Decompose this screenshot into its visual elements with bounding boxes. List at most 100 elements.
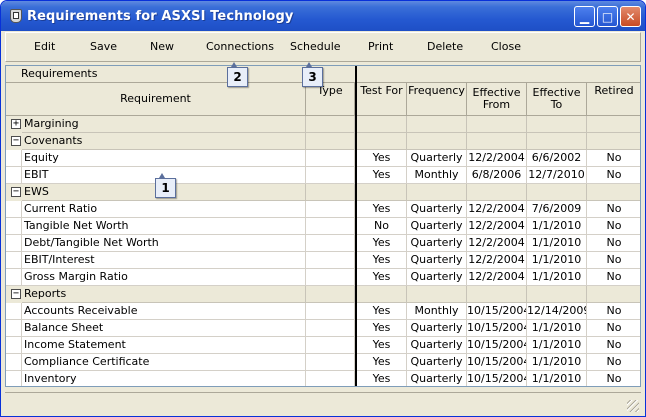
table-row[interactable]: Debt/Tangible Net Worth Yes Quarterly 12/2/… <box>6 235 640 252</box>
group-cell <box>357 116 407 133</box>
title-bar[interactable]: Requirements for ASXSI Technology ▁ □ ✕ <box>1 1 645 31</box>
cell-retired: No <box>587 252 640 269</box>
close-window-button[interactable]: ✕ <box>620 6 641 27</box>
group-cell <box>527 286 587 303</box>
cell-retired: No <box>587 235 640 252</box>
table-row[interactable]: Tangible Net Worth No Quarterly 12/2/2004 1/… <box>6 218 640 235</box>
close-button[interactable]: Close <box>491 40 521 53</box>
cell-name: Tangible Net Worth <box>22 218 306 235</box>
table-row[interactable]: Inventory Yes Quarterly 10/15/2004 1/1/2010 N… <box>6 371 640 386</box>
cell-type <box>306 235 355 252</box>
group-cell <box>587 116 640 133</box>
group-cell <box>467 184 527 201</box>
table-row[interactable]: EBIT Yes Monthly 6/8/2006 12/7/2010 No <box>6 167 640 184</box>
cell-name: Debt/Tangible Net Worth <box>22 235 306 252</box>
group-name: Covenants <box>22 133 306 150</box>
connections-button[interactable]: Connections <box>206 40 274 53</box>
table-row[interactable]: Accounts Receivable Yes Monthly 10/15/2004 1… <box>6 303 640 320</box>
edit-button[interactable]: Edit <box>34 40 55 53</box>
row-indent <box>6 337 22 354</box>
cell-retired: No <box>587 201 640 218</box>
group-cell <box>407 184 467 201</box>
table-row[interactable]: Current Ratio Yes Quarterly 12/2/2004 7/6/20… <box>6 201 640 218</box>
column-header-effective-to[interactable]: Effective To <box>527 83 587 116</box>
table-row[interactable]: Gross Margin Ratio Yes Quarterly 12/2/2004 1… <box>6 269 640 286</box>
column-header-label: Requirement <box>120 92 191 105</box>
cell-to: 1/1/2010 <box>527 252 587 269</box>
cell-test-for: Yes <box>357 320 407 337</box>
toolbar: Edit Save New Connections Schedule Print… <box>5 32 641 62</box>
cell-type <box>306 150 355 167</box>
cell-to: 6/6/2002 <box>527 150 587 167</box>
group-cell <box>467 286 527 303</box>
schedule-button[interactable]: Schedule <box>290 40 341 53</box>
column-header-frequency[interactable]: Frequency <box>407 83 467 116</box>
frozen-column-splitter[interactable] <box>355 66 357 386</box>
column-header-label: Test For <box>360 84 403 97</box>
cell-name: Equity <box>22 150 306 167</box>
cell-from: 10/15/2004 <box>467 337 527 354</box>
cell-to: 7/6/2009 <box>527 201 587 218</box>
cell-frequency: Quarterly <box>407 354 467 371</box>
table-row[interactable]: EBIT/Interest Yes Quarterly 12/2/2004 1/1/20… <box>6 252 640 269</box>
cell-retired: No <box>587 218 640 235</box>
row-indent <box>6 320 22 337</box>
cell-retired: No <box>587 167 640 184</box>
cell-to: 1/1/2010 <box>527 269 587 286</box>
cell-name: Inventory <box>22 371 306 386</box>
collapse-icon[interactable]: − <box>11 187 21 197</box>
column-header-test-for[interactable]: Test For <box>357 83 407 116</box>
cell-frequency: Quarterly <box>407 320 467 337</box>
cell-from: 12/2/2004 <box>467 201 527 218</box>
column-header-requirement[interactable]: Requirement <box>6 83 306 116</box>
collapse-icon[interactable]: − <box>11 136 21 146</box>
cell-test-for: Yes <box>357 303 407 320</box>
group-cell <box>587 286 640 303</box>
column-header-retired[interactable]: Retired <box>587 83 640 116</box>
cell-frequency: Quarterly <box>407 235 467 252</box>
print-button[interactable]: Print <box>368 40 393 53</box>
row-indent <box>6 150 22 167</box>
resize-grip-icon[interactable] <box>627 400 639 412</box>
delete-button[interactable]: Delete <box>427 40 463 53</box>
cell-retired: No <box>587 371 640 386</box>
table-row[interactable]: Compliance Certificate Yes Quarterly 10/15/… <box>6 354 640 371</box>
save-button[interactable]: Save <box>90 40 117 53</box>
table-row[interactable]: Equity Yes Quarterly 12/2/2004 6/6/2002 No <box>6 150 640 167</box>
cell-type <box>306 320 355 337</box>
minimize-button[interactable]: ▁ <box>574 6 595 27</box>
cell-to: 1/1/2010 <box>527 371 587 386</box>
requirements-grid[interactable]: Requirements Requirement Type Test For F… <box>5 65 641 387</box>
row-indent <box>6 201 22 218</box>
cell-test-for: Yes <box>357 252 407 269</box>
cell-retired: No <box>587 269 640 286</box>
cell-type <box>306 337 355 354</box>
row-indent <box>6 252 22 269</box>
table-row[interactable]: Balance Sheet Yes Quarterly 10/15/2004 1/1/2… <box>6 320 640 337</box>
grid-caption-filler <box>356 66 640 83</box>
cell-test-for: Yes <box>357 371 407 386</box>
cell-type <box>306 201 355 218</box>
group-row[interactable]: − Reports <box>6 286 640 303</box>
group-cell <box>587 184 640 201</box>
group-row[interactable]: − EWS <box>6 184 640 201</box>
collapse-icon[interactable]: − <box>11 289 21 299</box>
expand-icon[interactable]: + <box>11 119 21 129</box>
table-row[interactable]: Income Statement Yes Quarterly 10/15/2004 1/… <box>6 337 640 354</box>
group-cell <box>467 133 527 150</box>
cell-retired: No <box>587 150 640 167</box>
cell-test-for: Yes <box>357 150 407 167</box>
cell-test-for: Yes <box>357 269 407 286</box>
group-row[interactable]: − Covenants <box>6 133 640 150</box>
cell-to: 1/1/2010 <box>527 218 587 235</box>
cell-from: 10/15/2004 <box>467 320 527 337</box>
maximize-button[interactable]: □ <box>597 6 618 27</box>
cell-frequency: Monthly <box>407 167 467 184</box>
group-row[interactable]: + Margining <box>6 116 640 133</box>
group-name: Reports <box>22 286 306 303</box>
new-button[interactable]: New <box>150 40 174 53</box>
column-header-type[interactable]: Type <box>306 83 355 116</box>
column-header-effective-from[interactable]: Effective From <box>467 83 527 116</box>
group-cell <box>306 116 355 133</box>
group-cell <box>587 133 640 150</box>
